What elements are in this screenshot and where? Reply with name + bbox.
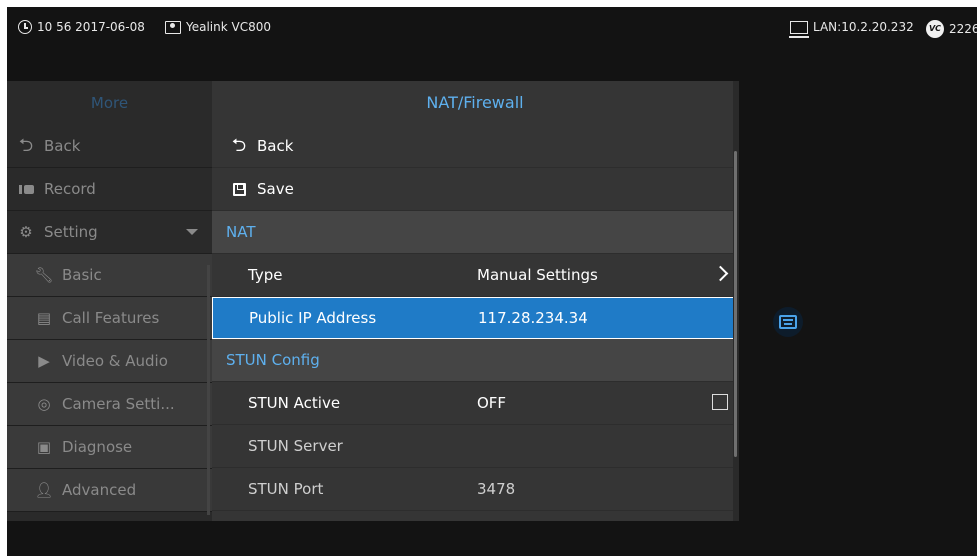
left-menu-item-record[interactable]: Record [7, 168, 212, 211]
left-menu-item-back[interactable]: ⮌ Back [7, 125, 212, 168]
type-value: Manual Settings [477, 266, 598, 284]
section-title: NAT [226, 223, 256, 241]
gear-icon: ⚙ [19, 223, 33, 241]
diagnose-icon: ▣ [36, 438, 52, 456]
public-ip-field[interactable]: 117.28.234.34 [478, 309, 588, 327]
lan-address: LAN:10.2.20.232 [813, 20, 914, 34]
stun-server-row[interactable]: STUN Server [212, 425, 738, 468]
left-menu-item-call-features[interactable]: ▤ Call Features [7, 297, 212, 340]
left-menu-item-advanced[interactable]: 👤︎ Advanced [7, 469, 212, 512]
save-icon [230, 181, 248, 197]
screen: 10 56 2017-06-08 Yealink VC800 LAN:10.2.… [7, 7, 977, 556]
public-ip-row[interactable]: Public IP Address 117.28.234.34 [212, 297, 738, 339]
status-lan: LAN:10.2.20.232 [789, 20, 914, 38]
status-time: 10 56 2017-06-08 [18, 20, 145, 34]
nat-firewall-panel: NAT/Firewall ⮌ Back Save NAT Type Manual… [212, 81, 738, 521]
back-arrow-icon: ⮌ [231, 135, 247, 156]
back-arrow-icon: ⮌ [18, 135, 34, 156]
stun-port-row[interactable]: STUN Port 3478 [212, 468, 738, 511]
chevron-right-icon [712, 265, 729, 282]
video-audio-icon: ▶ [38, 352, 50, 370]
left-menu-item-label: Setting [44, 223, 98, 241]
time-text: 10 56 2017-06-08 [37, 20, 145, 34]
caret-down-icon [186, 229, 198, 235]
record-icon [17, 181, 35, 197]
panel-scrollbar[interactable] [733, 81, 739, 521]
left-menu-item-video-audio[interactable]: ▶ Video & Audio [7, 340, 212, 383]
clock-icon [18, 20, 32, 34]
left-menu-item-label: Advanced [62, 481, 137, 499]
left-menu-item-basic[interactable]: 🔧︎ Basic [7, 254, 212, 297]
type-label: Type [248, 266, 283, 284]
stun-active-label: STUN Active [248, 394, 341, 412]
left-menu-item-diagnose[interactable]: ▣ Diagnose [7, 426, 212, 469]
left-menu-title: More [90, 94, 129, 112]
stun-active-value: OFF [477, 394, 507, 412]
keyboard-icon [779, 315, 797, 329]
camera-settings-icon: ◎ [37, 395, 51, 413]
stun-port-field[interactable]: 3478 [477, 480, 515, 498]
keyboard-button[interactable] [773, 307, 803, 337]
save-label: Save [257, 180, 294, 198]
stun-port-label: STUN Port [248, 480, 324, 498]
vc-icon: VC [926, 20, 944, 38]
left-menu-item-label: Video & Audio [62, 352, 168, 370]
left-menu-item-label: Record [44, 180, 96, 198]
status-bar: 10 56 2017-06-08 Yealink VC800 LAN:10.2.… [7, 7, 977, 51]
network-icon [789, 20, 809, 38]
back-label: Back [257, 137, 294, 155]
call-features-icon: ▤ [36, 309, 52, 327]
type-row[interactable]: Type Manual Settings [212, 254, 738, 297]
left-menu-item-label: Back [44, 137, 81, 155]
left-menu-item-label: Basic [62, 266, 102, 284]
wrench-icon: 🔧︎ [34, 266, 54, 284]
section-title: STUN Config [226, 351, 320, 369]
public-ip-label: Public IP Address [249, 309, 377, 327]
back-button[interactable]: ⮌ Back [212, 125, 738, 168]
advanced-user-lock-icon: 👤︎ [34, 481, 54, 499]
status-device: Yealink VC800 [165, 20, 271, 34]
stun-active-checkbox[interactable] [712, 394, 728, 410]
section-header-stun: STUN Config [212, 339, 738, 382]
left-menu-item-label: Camera Setti... [62, 395, 175, 413]
left-menu-item-setting[interactable]: ⚙ Setting [7, 211, 212, 254]
left-menu-scrollbar[interactable] [207, 265, 210, 515]
device-icon [165, 20, 181, 34]
panel-scrollbar-thumb[interactable] [734, 151, 737, 457]
panel-title: NAT/Firewall [426, 93, 524, 112]
stun-server-label: STUN Server [248, 437, 343, 455]
stun-active-row[interactable]: STUN Active OFF [212, 382, 738, 425]
left-menu-item-label: Call Features [62, 309, 160, 327]
save-button[interactable]: Save [212, 168, 738, 211]
extension-number: 2226 [949, 22, 977, 36]
device-name: Yealink VC800 [186, 20, 272, 34]
left-menu-item-label: Diagnose [62, 438, 133, 456]
status-vc: VC 2226 [926, 20, 977, 38]
left-menu-item-camera-settings[interactable]: ◎ Camera Setti... [7, 383, 212, 426]
left-menu: More ⮌ Back Record ⚙ Setting 🔧︎ Basic ▤ … [7, 81, 212, 521]
section-header-nat: NAT [212, 211, 738, 254]
